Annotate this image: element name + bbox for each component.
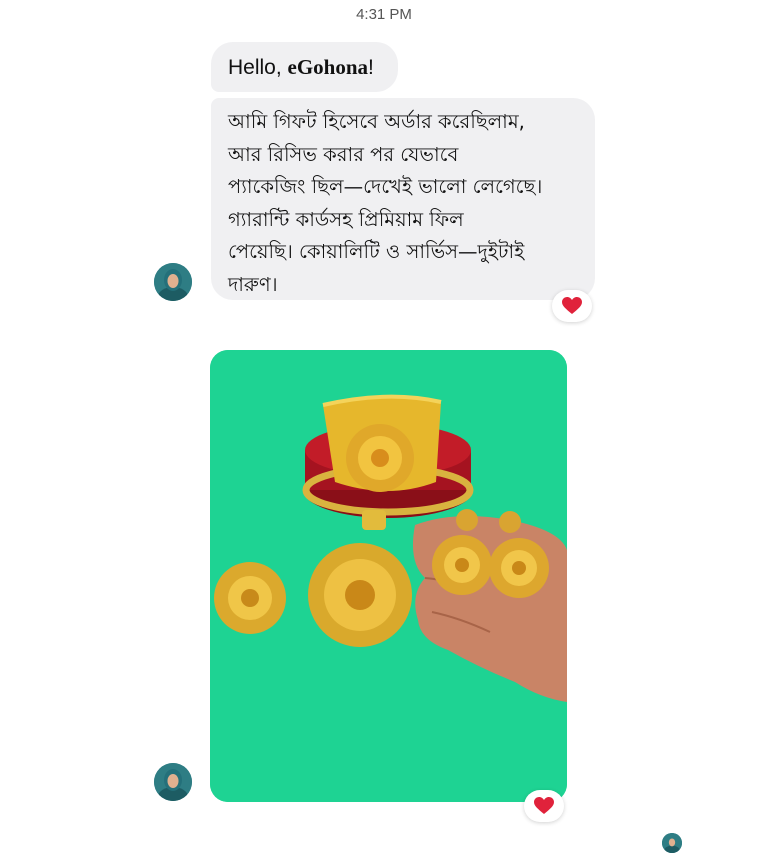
- heart-icon: [562, 297, 582, 314]
- greeting-suffix: !: [368, 56, 374, 79]
- heart-reaction[interactable]: [524, 790, 564, 822]
- message-line: দারুণ।: [228, 272, 278, 296]
- seen-avatar-icon: [662, 833, 682, 853]
- sender-avatar-icon[interactable]: [154, 763, 192, 801]
- message-line: পেয়েছি। কোয়ালিটি ও সার্ভিস—দুইটাই: [228, 240, 525, 264]
- review-message-bubble[interactable]: আমি গিফট হিসেবে অর্ডার করেছিলাম, আর রিসি…: [211, 98, 595, 300]
- greeting-prefix: Hello,: [228, 56, 288, 79]
- greeting-brand: eGohona: [287, 55, 369, 79]
- message-line: আর রিসিভ করার পর যেভাবে: [228, 142, 459, 166]
- message-line: প্যাকেজিং ছিল—দেখেই ভালো লেগেছে।: [228, 175, 543, 199]
- message-line: আমি গিফট হিসেবে অর্ডার করেছিলাম,: [228, 110, 525, 133]
- heart-icon: [534, 797, 554, 814]
- message-timestamp: 4:31 PM: [356, 6, 412, 23]
- sender-avatar-icon[interactable]: [154, 263, 192, 301]
- heart-reaction[interactable]: [552, 290, 592, 322]
- jewelry-photo[interactable]: [210, 350, 567, 802]
- message-line: গ্যারান্টি কার্ডসহ প্রিমিয়াম ফিল: [228, 207, 464, 231]
- greeting-message-bubble[interactable]: Hello, eGohona!: [211, 42, 398, 92]
